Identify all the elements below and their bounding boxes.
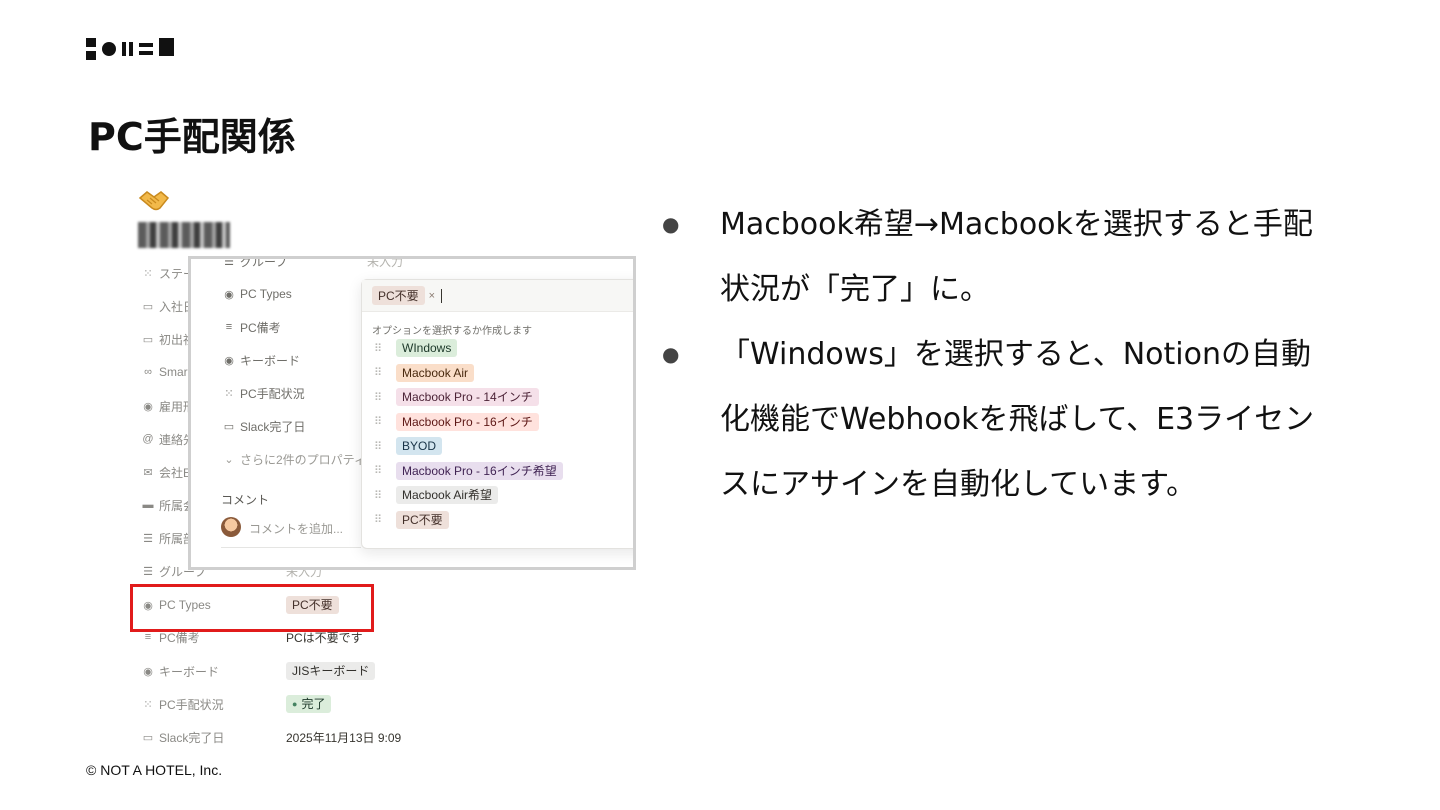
dropdown-option[interactable]: ⠿ WIndows [374,338,458,358]
popup-row-pc-notes[interactable]: ≡ PC備考 [221,317,281,337]
calendar-icon: ▭ [142,300,154,313]
select-search-input[interactable]: PC不要 × [362,280,633,312]
list-icon: ☰ [224,256,234,268]
text-caret [441,288,443,303]
property-smart[interactable]: ∞ Smar [140,362,188,382]
property-contact[interactable]: @ 連絡先 [140,429,195,449]
divider [221,547,361,548]
dropdown-option[interactable]: ⠿ Macbook Pro - 16インチ希望 [374,461,563,481]
drag-handle-icon[interactable]: ⠿ [374,489,396,502]
keyboard-tag: JISキーボード [286,662,376,680]
property-department[interactable]: ☰ 所属部 [140,528,195,548]
option-tag: WIndows [396,339,458,357]
calendar-icon: ▭ [142,333,154,346]
text-icon: ≡ [144,631,152,643]
dropdown-option[interactable]: ⠿ BYOD [374,436,443,456]
option-tag: Macbook Pro - 16インチ [396,412,539,431]
selected-option-chip: PC不要 [372,286,425,305]
drag-handle-icon[interactable]: ⠿ [374,440,396,453]
property-edit-popup: ☰ グループ 未入力 ◉ PC Types ≡ PC備考 ◉ キーボード ⁙ PC手配状況… [188,256,636,570]
dropdown-hint: オプションを選択するか作成します [372,326,532,337]
popup-row-pc-types[interactable]: ◉ PC Types [221,284,292,304]
dropdown-option[interactable]: ⠿ Macbook Air希望 [374,485,499,505]
property-slack-done[interactable]: ▭ Slack完了日 [140,727,225,747]
property-pc-arrangement[interactable]: ⁙ PC手配状況 [140,694,223,714]
dropdown-option[interactable]: ⠿ PC不要 [374,510,449,530]
at-icon: @ [142,433,154,445]
highlight-box [130,584,374,632]
notion-screenshot: ⁙ ステー ▭ 入社日 ▭ 初出社 ∞ Smar ◉ 雇用形 @ 連絡先 ✉ 会社E ▬ 所属会… [130,186,644,756]
option-tag: Macbook Air希望 [396,486,499,504]
drag-handle-icon[interactable]: ⠿ [374,391,396,404]
dropdown-option[interactable]: ⠿ Macbook Pro - 16インチ [374,412,539,432]
dropdown-option[interactable]: ⠿ Macbook Pro - 14インチ [374,387,539,407]
calendar-icon: ▭ [142,731,154,744]
list-icon: ☰ [143,532,153,545]
property-join-date[interactable]: ▭ 入社日 [140,296,195,316]
handshake-icon [138,188,170,220]
comment-input[interactable]: コメントを追加... [249,520,343,537]
bullet-list: Macbook希望→Macbookを選択すると手配状況が「完了」に。 「Wind… [660,192,1430,517]
select-icon: ◉ [224,354,234,367]
drag-handle-icon[interactable]: ⠿ [374,342,396,355]
popup-row-group[interactable]: ☰ グループ [221,256,287,271]
redacted-page-title [138,222,230,248]
popup-row-keyboard[interactable]: ◉ キーボード [221,350,300,370]
popup-group-value: 未入力 [367,256,404,269]
option-tag: Macbook Pro - 16インチ希望 [396,461,563,480]
avatar [221,517,241,537]
option-tag: PC不要 [396,510,449,529]
select-icon: ◉ [224,288,234,301]
property-company[interactable]: ▬ 所属会 [140,495,196,515]
property-status[interactable]: ⁙ ステー [140,263,195,283]
status-complete-tag: 完了 [286,695,332,713]
status-icon: ⁙ [143,267,153,280]
property-keyboard[interactable]: ◉ キーボード [140,661,219,681]
status-icon: ⁙ [224,387,234,400]
bullet-item: 「Windows」を選択すると、Notionの自動化機能でWebhookを飛ばし… [660,322,1430,517]
select-icon: ◉ [143,665,153,678]
slide-title: PC手配関係 [88,115,296,159]
show-more-properties[interactable]: ⌄ さらに2件のプロパティ [221,449,366,469]
comments-heading: コメント [221,493,270,507]
company-logo [86,36,174,62]
list-icon: ☰ [143,565,153,578]
link-icon: ∞ [144,366,152,378]
dropdown-option[interactable]: ⠿ Macbook Air [374,363,475,383]
select-dropdown: PC不要 × オプションを選択するか作成します ⠿ WIndows ⠿ Macbook… [361,279,633,549]
property-first-day[interactable]: ▭ 初出社 [140,329,195,349]
drag-handle-icon[interactable]: ⠿ [374,464,396,477]
text-icon: ≡ [225,321,233,333]
option-tag: BYOD [396,437,443,455]
property-slack-done-value[interactable]: 2025年11月13日 9:09 [286,727,401,747]
drag-handle-icon[interactable]: ⠿ [374,366,396,379]
property-employment[interactable]: ◉ 雇用形 [140,396,195,416]
property-company-email[interactable]: ✉ 会社E [140,462,191,482]
remove-chip-icon[interactable]: × [429,290,435,302]
status-icon: ⁙ [143,698,153,711]
drag-handle-icon[interactable]: ⠿ [374,513,396,526]
select-icon: ◉ [143,400,153,413]
copyright-footer: © NOT A HOTEL, Inc. [86,762,223,778]
drag-handle-icon[interactable]: ⠿ [374,415,396,428]
mail-icon: ✉ [143,466,153,479]
option-tag: Macbook Air [396,363,475,382]
property-pc-arrangement-value[interactable]: 完了 [286,694,332,714]
property-keyboard-value[interactable]: JISキーボード [286,661,376,681]
calendar-icon: ▭ [223,420,235,433]
briefcase-icon: ▬ [142,499,154,511]
option-tag: Macbook Pro - 14インチ [396,388,539,406]
bullet-item: Macbook希望→Macbookを選択すると手配状況が「完了」に。 [660,192,1430,322]
popup-row-slack-done[interactable]: ▭ Slack完了日 [221,416,306,436]
chevron-down-icon: ⌄ [224,453,234,466]
popup-row-pc-arrangement[interactable]: ⁙ PC手配状況 [221,383,304,403]
